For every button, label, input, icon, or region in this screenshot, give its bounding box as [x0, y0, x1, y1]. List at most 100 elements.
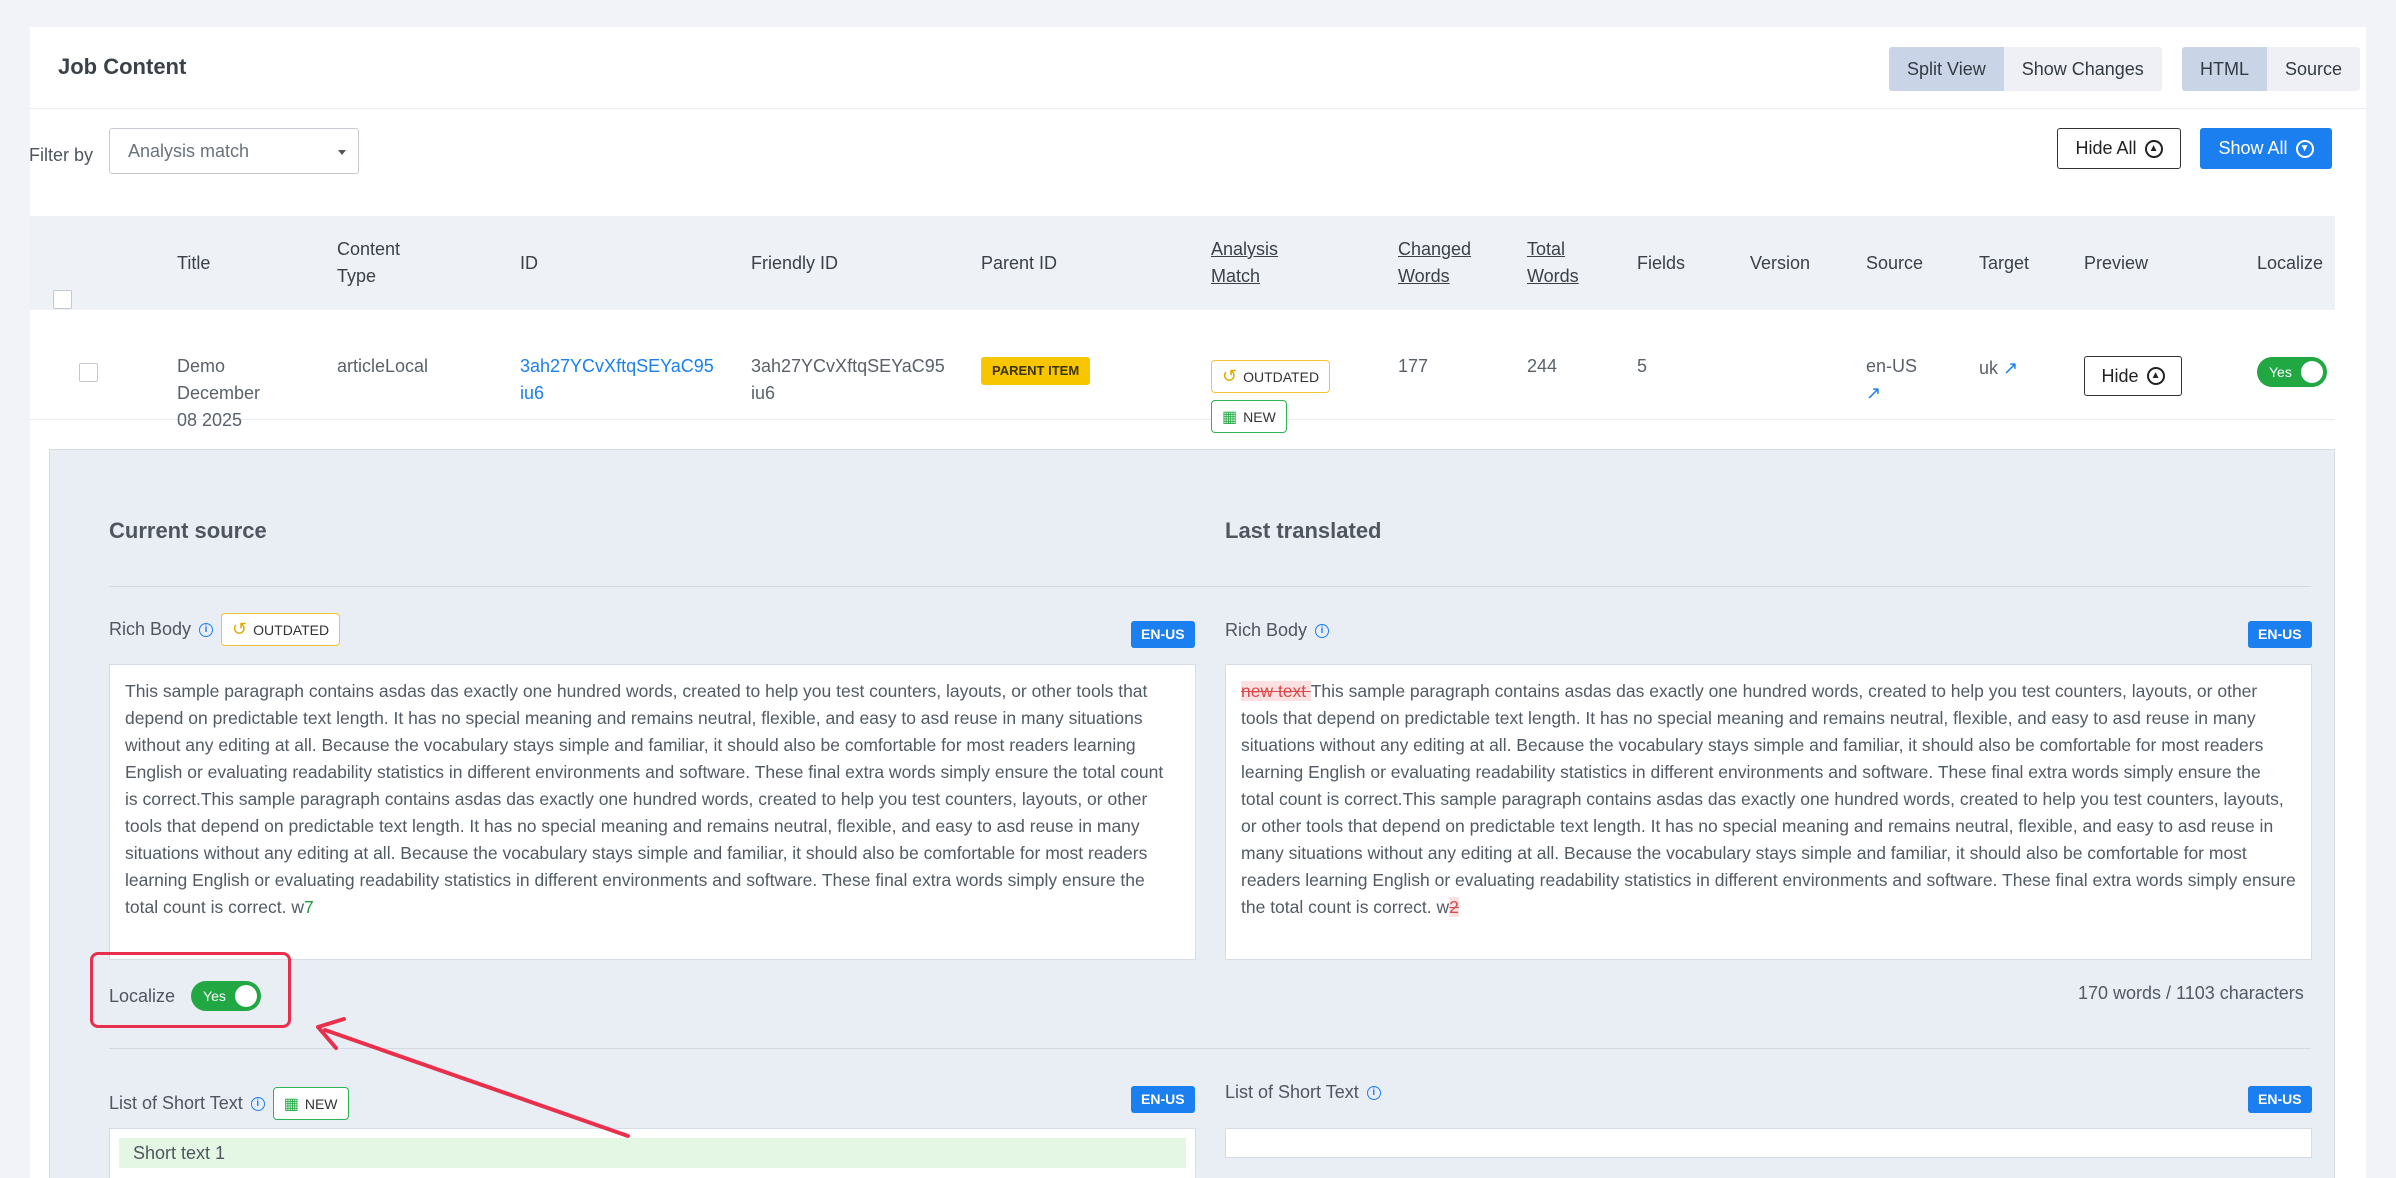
row-fields: 5: [1637, 356, 1648, 376]
html-mode-button[interactable]: HTML: [2182, 47, 2267, 91]
show-all-button[interactable]: Show All ▼: [2200, 128, 2332, 169]
rich-body-label-translated: Rich Body i: [1225, 620, 1330, 641]
view-toggle-group: Split View Show Changes: [1889, 47, 2162, 91]
short-text-label-translated: List of Short Text i: [1225, 1082, 1381, 1103]
row-target-label: uk: [1979, 358, 1999, 378]
col-target[interactable]: Target: [1979, 250, 2029, 277]
row-total-words: 244: [1527, 356, 1558, 376]
row-content-type: articleLocal: [337, 356, 429, 376]
split-view-button[interactable]: Split View: [1889, 47, 2004, 91]
history-icon: ↺: [1222, 366, 1238, 386]
short-text-label: List of Short Text i ▦ NEW: [109, 1087, 349, 1120]
new-badge: ▦ NEW: [272, 1087, 349, 1120]
divider: [109, 586, 2311, 587]
short-text-label-text: List of Short Text: [1225, 1082, 1359, 1102]
deleted-text-end: 2: [1449, 897, 1459, 917]
info-icon[interactable]: i: [250, 1096, 265, 1111]
row-changed-words: 177: [1398, 356, 1429, 376]
row-friendly-id: 3ah27YCvXftqSEYaC95iu6: [751, 356, 945, 403]
list-item: Short text 1: [119, 1138, 1186, 1168]
translated-short-text-list: [1225, 1128, 2312, 1158]
chevron-down-circle-icon: ▼: [2295, 139, 2314, 158]
col-parent-id[interactable]: Parent ID: [981, 250, 1057, 277]
col-source[interactable]: Source: [1866, 250, 1923, 277]
inserted-text: 7: [303, 897, 314, 917]
word-count: 170 words / 1103 characters: [2078, 983, 2304, 1003]
new-badge: ▦ NEW: [1211, 400, 1287, 433]
lang-badge: EN-US: [1131, 621, 1195, 648]
deleted-text: new text: [1241, 681, 1311, 701]
filter-selected-value: Analysis match: [128, 141, 250, 161]
col-total-words[interactable]: Total Words: [1527, 236, 1597, 290]
rich-body-label-text: Rich Body: [1225, 620, 1308, 640]
last-translated-title: Last translated: [1225, 518, 1382, 543]
add-blocks-icon: ▦: [1222, 408, 1238, 426]
col-preview[interactable]: Preview: [2084, 250, 2148, 277]
outdated-badge: ↺ OUTDATED: [221, 613, 341, 646]
row-id-link[interactable]: 3ah27YCvXftqSEYaC95iu6: [520, 353, 715, 407]
external-link-icon[interactable]: ↗: [1866, 380, 1881, 407]
parent-item-badge: PARENT ITEM: [981, 357, 1091, 385]
col-version[interactable]: Version: [1750, 250, 1810, 277]
col-localize[interactable]: Localize: [2257, 250, 2323, 277]
select-all-checkbox[interactable]: [53, 290, 72, 309]
new-badge-label: NEW: [1243, 408, 1276, 425]
lang-badge: EN-US: [1131, 1086, 1195, 1113]
col-changed-words[interactable]: Changed Words: [1398, 236, 1488, 290]
diff-panel: Current source Last translated Rich Body…: [49, 449, 2335, 1178]
lang-badge: EN-US: [2248, 621, 2312, 648]
external-link-icon[interactable]: ↗: [2003, 355, 2018, 382]
info-icon[interactable]: i: [199, 622, 214, 637]
source-text: This sample paragraph contains asdas das…: [125, 681, 1164, 917]
mode-toggle-group: HTML Source: [2182, 47, 2361, 91]
col-analysis-match[interactable]: Analysis Match: [1211, 236, 1301, 290]
outdated-badge-label: OUTDATED: [253, 621, 330, 638]
card-header: Job Content Split View Show Changes HTML…: [30, 27, 2366, 109]
row-title: Demo December 08 2025: [177, 356, 261, 430]
source-short-text-list: Short text 1: [109, 1128, 1196, 1178]
show-all-label: Show All: [2218, 138, 2288, 158]
page-title: Job Content: [58, 54, 187, 79]
rich-body-label-text: Rich Body: [109, 619, 192, 639]
col-fields[interactable]: Fields: [1637, 250, 1685, 277]
filter-select[interactable]: Analysis match: [109, 128, 359, 174]
filter-label: Filter by: [29, 145, 94, 165]
info-icon[interactable]: i: [1366, 1085, 1381, 1100]
row-source-label: en-US: [1866, 356, 1918, 376]
col-title[interactable]: Title: [177, 250, 210, 277]
add-blocks-icon: ▦: [283, 1095, 299, 1113]
chevron-up-circle-icon: ▲: [2144, 139, 2163, 158]
toggle-knob: [2301, 361, 2323, 383]
show-changes-button[interactable]: Show Changes: [2003, 47, 2162, 91]
translated-text: This sample paragraph contains asdas das…: [1241, 681, 2296, 917]
chevron-up-circle-icon: ▲: [2146, 367, 2165, 385]
source-mode-button[interactable]: Source: [2267, 47, 2361, 91]
preview-hide-label: Hide: [2101, 365, 2139, 386]
row-localize-toggle[interactable]: Yes: [2257, 357, 2327, 387]
source-rich-body-text: This sample paragraph contains asdas das…: [109, 664, 1196, 960]
col-content-type[interactable]: Content Type: [337, 236, 427, 290]
row-checkbox[interactable]: [79, 363, 98, 382]
history-icon: ↺: [232, 619, 248, 639]
caret-down-icon: [338, 150, 346, 155]
hide-all-label: Hide All: [2075, 138, 2137, 158]
toggle-label: Yes: [2269, 364, 2292, 380]
table-header: Title Content Type ID Friendly ID Parent…: [29, 216, 2335, 310]
table-row: Demo December 08 2025 articleLocal 3ah27…: [29, 310, 2335, 433]
row-source: en-US ↗: [1866, 353, 1917, 407]
rich-body-label: Rich Body i ↺ OUTDATED: [109, 613, 341, 646]
row-target: uk ↗: [1979, 355, 2018, 382]
lang-badge: EN-US: [2248, 1086, 2312, 1113]
outdated-badge-label: OUTDATED: [1243, 368, 1320, 385]
translated-rich-body-text: new text This sample paragraph contains …: [1225, 664, 2312, 960]
info-icon[interactable]: i: [1315, 623, 1330, 638]
new-badge-label: NEW: [304, 1095, 338, 1112]
col-id[interactable]: ID: [520, 250, 538, 277]
hide-all-button[interactable]: Hide All ▲: [2057, 128, 2181, 169]
outdated-badge: ↺ OUTDATED: [1211, 360, 1331, 393]
preview-hide-button[interactable]: Hide ▲: [2084, 356, 2182, 396]
annotation-highlight-box: [90, 952, 291, 1028]
divider: [109, 1048, 2311, 1049]
current-source-title: Current source: [109, 518, 267, 543]
col-friendly-id[interactable]: Friendly ID: [751, 250, 838, 277]
